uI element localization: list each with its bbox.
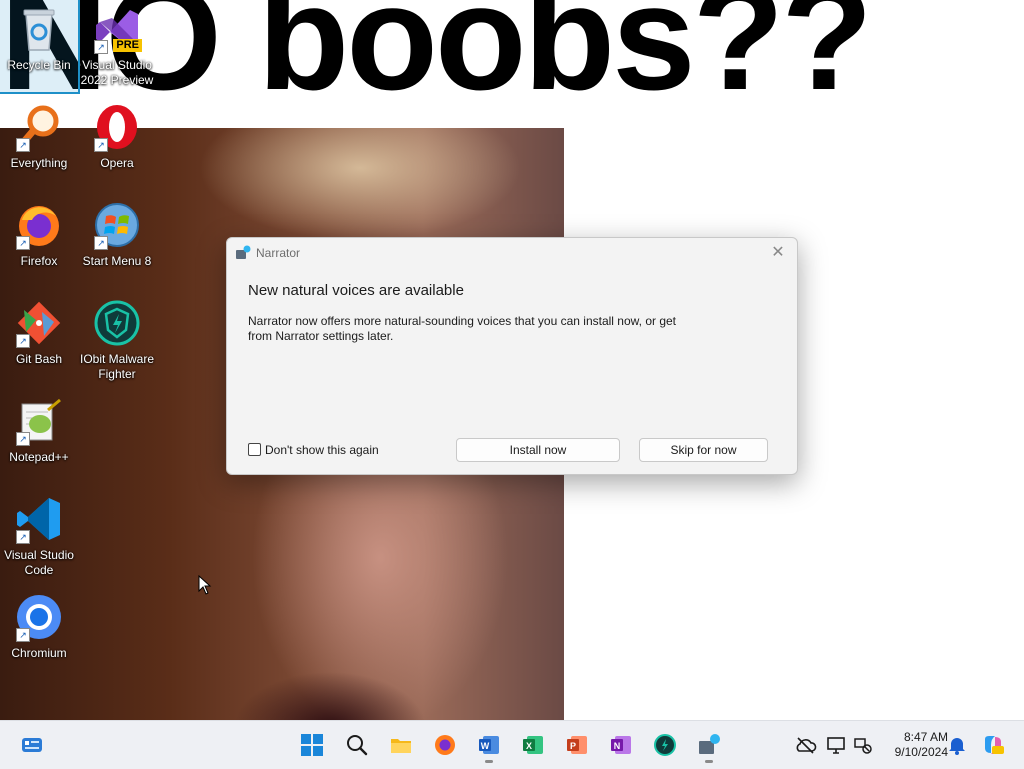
firefox-icon: ↗ — [14, 200, 64, 250]
dont-show-again-checkbox[interactable] — [248, 443, 261, 456]
iobit-taskbar-button[interactable] — [650, 730, 680, 760]
desktop-icon-start-menu-8[interactable]: ↗ Start Menu 8 — [78, 196, 156, 288]
word-icon: W — [479, 736, 499, 754]
svg-text:X: X — [526, 741, 532, 751]
narrator-taskbar-button[interactable] — [694, 730, 724, 763]
desktop-icon-label: Firefox — [20, 254, 58, 268]
shortcut-arrow-icon: ↗ — [94, 138, 108, 152]
shortcut-arrow-icon: ↗ — [16, 628, 30, 642]
widgets-button[interactable] — [17, 730, 47, 760]
dialog-title: Narrator — [256, 246, 301, 260]
dialog-titlebar[interactable]: Narrator ✕ — [227, 238, 797, 268]
onedrive-tray-button[interactable] — [790, 730, 820, 760]
start-button[interactable] — [297, 730, 327, 760]
firefox-taskbar-button[interactable] — [430, 730, 460, 760]
svg-text:N: N — [614, 741, 621, 751]
desktop-icon-label: Everything — [10, 156, 68, 170]
recycle-bin-icon — [14, 4, 64, 54]
clock-date: 9/10/2024 — [894, 745, 948, 759]
desktop-icon-opera[interactable]: ↗ Opera — [78, 98, 156, 190]
desktop-icon-chromium[interactable]: ↗ Chromium — [0, 588, 78, 680]
network-tray-button[interactable] — [848, 730, 878, 760]
narrator-icon — [699, 734, 720, 754]
everything-search-icon: ↗ — [14, 102, 64, 152]
copilot-button[interactable] — [978, 730, 1008, 760]
mouse-cursor-icon — [198, 574, 212, 595]
tray-clock[interactable]: 8:47 AM 9/10/2024 — [878, 730, 948, 760]
firefox-icon — [435, 735, 455, 755]
search-button[interactable] — [342, 730, 372, 760]
opera-icon: ↗ — [92, 102, 142, 152]
notifications-button[interactable] — [942, 730, 972, 760]
chromium-icon: ↗ — [14, 592, 64, 642]
network-icon — [854, 738, 872, 754]
file-explorer-icon — [391, 739, 411, 753]
close-icon[interactable]: ✕ — [765, 241, 791, 265]
taskbar: W X P N 8:47 AM 9/10/2024 — [0, 720, 1024, 769]
dialog-body-text: Narrator now offers more natural-soundin… — [248, 314, 677, 343]
powerpoint-taskbar-button[interactable]: P — [562, 730, 592, 760]
copilot-icon — [985, 736, 1004, 754]
iobit-icon — [654, 734, 676, 756]
iobit-malware-fighter-icon — [92, 298, 142, 348]
desktop-icon-label: IObit Malware Fighter — [79, 352, 155, 381]
narrator-app-icon — [235, 245, 251, 261]
desktop-icon-git-bash[interactable]: ↗ Git Bash — [0, 294, 78, 386]
desktop-icon-label: Visual Studio Code — [4, 548, 74, 577]
vscode-icon: ↗ — [14, 494, 64, 544]
desktop-icon-label: Recycle Bin — [7, 58, 71, 72]
shortcut-arrow-icon: ↗ — [94, 236, 108, 250]
desktop-icon-label: Git Bash — [15, 352, 63, 366]
desktop-icon-firefox[interactable]: ↗ Firefox — [0, 196, 78, 288]
desktop-icon-everything[interactable]: ↗ Everything — [0, 98, 78, 190]
git-bash-icon: ↗ — [14, 298, 64, 348]
svg-text:W: W — [481, 741, 490, 751]
powerpoint-icon: P — [567, 736, 587, 754]
file-explorer-button[interactable] — [386, 730, 416, 760]
shortcut-arrow-icon: ↗ — [16, 334, 30, 348]
onedrive-offline-icon — [796, 737, 817, 754]
word-taskbar-button[interactable]: W — [474, 730, 504, 763]
start-menu-8-icon: ↗ — [92, 200, 142, 250]
onenote-taskbar-button[interactable]: N — [606, 730, 636, 760]
desktop-icon-label: Visual Studio 2022 Preview — [80, 58, 154, 87]
desktop-icon-notepad-plus-plus[interactable]: ↗ Notepad++ — [0, 392, 78, 484]
onenote-icon: N — [611, 736, 631, 754]
skip-for-now-button[interactable]: Skip for now — [639, 438, 768, 462]
desktop-icon-label: Start Menu 8 — [82, 254, 152, 268]
preview-badge: PRE — [113, 39, 142, 52]
desktop-icon-visual-studio-preview[interactable]: PRE ↗ Visual Studio 2022 Preview — [78, 0, 156, 92]
svg-text:P: P — [570, 741, 576, 751]
shortcut-arrow-icon: ↗ — [16, 432, 30, 446]
widgets-icon — [22, 738, 42, 752]
desktop-icon-label: Opera — [100, 156, 134, 170]
shortcut-arrow-icon: ↗ — [16, 236, 30, 250]
dialog-heading: New natural voices are available — [248, 282, 464, 299]
dont-show-again-row[interactable]: Don't show this again — [248, 443, 379, 459]
excel-icon: X — [523, 736, 543, 754]
shortcut-arrow-icon: ↗ — [16, 138, 30, 152]
running-indicator — [705, 760, 713, 763]
desktop-icon-vscode[interactable]: ↗ Visual Studio Code — [0, 490, 78, 582]
shortcut-arrow-icon: ↗ — [94, 40, 108, 54]
narrator-dialog: Narrator ✕ New natural voices are availa… — [226, 237, 798, 475]
desktop-icon-iobit-malware-fighter[interactable]: IObit Malware Fighter — [78, 294, 156, 386]
visual-studio-preview-icon: PRE ↗ — [92, 4, 142, 54]
install-now-button[interactable]: Install now — [456, 438, 620, 462]
desktop-icon-label: Notepad++ — [9, 450, 69, 464]
desktop-icon-recycle-bin[interactable]: Recycle Bin — [0, 0, 80, 94]
search-icon — [347, 735, 368, 756]
notepad-plus-plus-icon: ↗ — [14, 396, 64, 446]
shortcut-arrow-icon: ↗ — [16, 530, 30, 544]
excel-taskbar-button[interactable]: X — [518, 730, 548, 760]
checkbox-label: Don't show this again — [265, 443, 379, 457]
notification-bell-icon — [949, 738, 965, 755]
running-indicator — [485, 760, 493, 763]
desktop-icon-label: Chromium — [11, 646, 67, 660]
clock-time: 8:47 AM — [903, 730, 948, 744]
display-icon — [827, 737, 845, 754]
start-icon — [301, 734, 323, 756]
